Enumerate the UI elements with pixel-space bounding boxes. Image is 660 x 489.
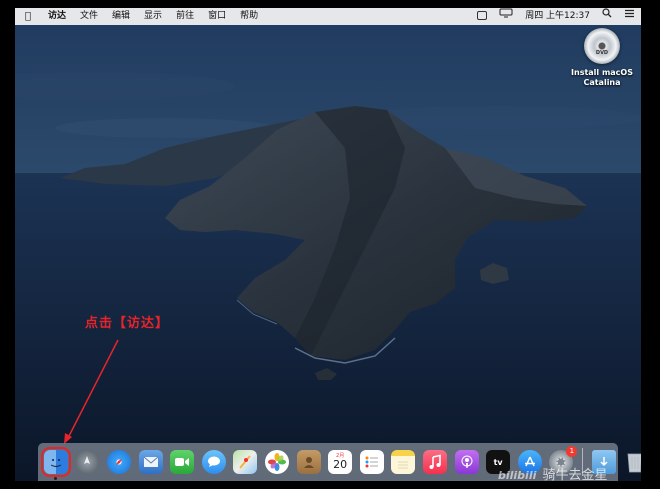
bilibili-watermark: bilibili 骑牛去金星 <box>498 464 608 483</box>
safari-icon[interactable] <box>106 450 131 474</box>
trash-icon[interactable] <box>623 450 641 474</box>
messages-icon[interactable] <box>201 450 226 474</box>
calendar-day: 20 <box>333 458 348 471</box>
podcasts-icon[interactable] <box>454 450 479 474</box>
notes-icon[interactable] <box>391 450 416 474</box>
facetime-icon[interactable] <box>170 450 195 474</box>
maps-icon[interactable] <box>233 450 258 474</box>
tutorial-arrow <box>64 339 119 444</box>
notification-badge: 1 <box>566 446 578 457</box>
launchpad-icon[interactable] <box>75 450 100 474</box>
bilibili-logo: bilibili <box>498 469 537 482</box>
reminders-icon[interactable] <box>359 450 384 474</box>
music-icon[interactable] <box>422 450 447 474</box>
mail-icon[interactable] <box>138 450 163 474</box>
calendar-icon[interactable]: 2月 20 <box>328 450 353 474</box>
finder-icon[interactable] <box>40 447 71 480</box>
desktop-screen:  访达 文件 编辑 显示 前往 窗口 帮助 周四 上午12:37 DVD In… <box>15 8 641 481</box>
photos-icon[interactable] <box>264 450 289 474</box>
watermark-author: 骑牛去金星 <box>542 468 608 483</box>
contacts-icon[interactable] <box>296 450 321 474</box>
